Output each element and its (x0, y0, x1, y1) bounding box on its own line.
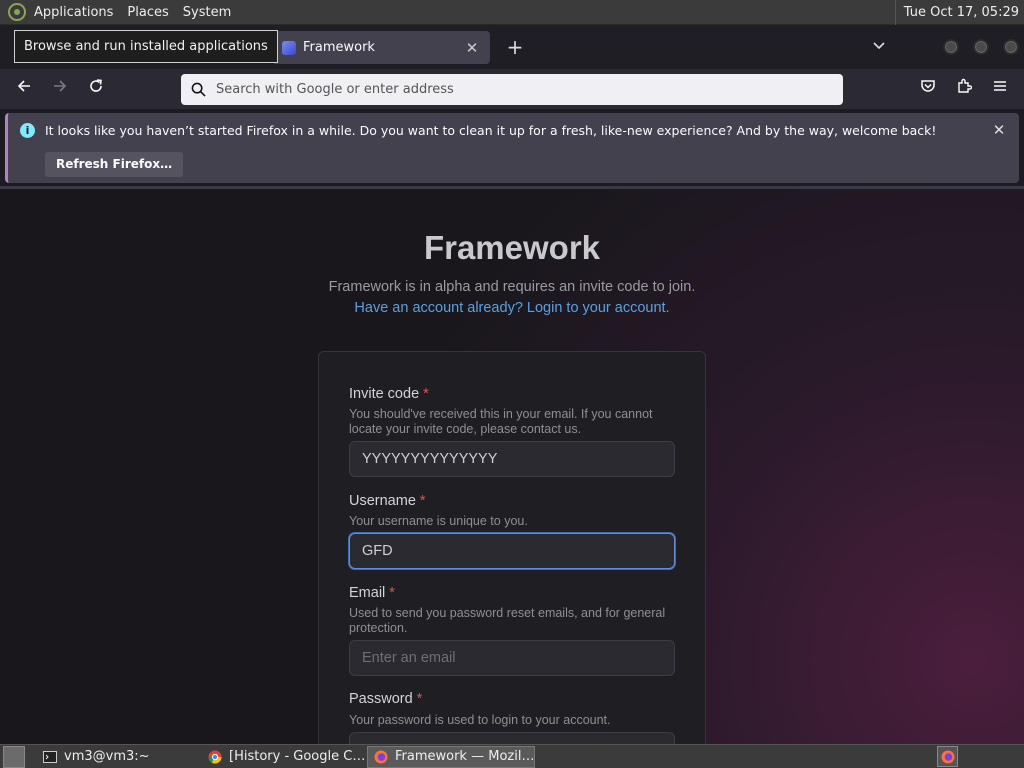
terminal-icon (43, 750, 57, 763)
taskbar-item-firefox[interactable]: Framework — Mozil… (367, 745, 535, 768)
page-content: Framework Framework is in alpha and requ… (0, 189, 1024, 744)
reload-icon[interactable] (85, 78, 107, 100)
taskbar-item-chrome[interactable]: [History - Google C… (202, 746, 367, 768)
forward-arrow-icon[interactable] (49, 78, 71, 100)
applications-menu[interactable]: Applications (27, 0, 120, 25)
invite-code-input[interactable] (349, 441, 675, 477)
top-panel: Applications Places System Tue Oct 17, 0… (0, 0, 1024, 25)
chrome-icon (208, 750, 222, 763)
taskbar-item-label: vm3@vm3:~ (64, 749, 150, 764)
show-desktop-icon[interactable] (3, 745, 25, 768)
password-label: Password * (349, 691, 423, 707)
required-marker: * (389, 585, 395, 601)
info-icon: i (20, 123, 35, 138)
close-tab-icon[interactable]: ✕ (464, 39, 480, 57)
password-help: Your password is used to login to your a… (349, 713, 611, 727)
url-input[interactable] (216, 82, 816, 97)
email-input[interactable] (349, 640, 675, 676)
notification-message: It looks like you haven’t started Firefo… (45, 123, 937, 138)
panel-clock[interactable]: Tue Oct 17, 05:29 (894, 0, 1019, 25)
firefox-icon (374, 750, 388, 763)
refresh-firefox-button[interactable]: Refresh Firefox… (45, 152, 184, 177)
back-arrow-icon[interactable] (13, 78, 35, 100)
username-help: Your username is unique to you. (349, 514, 528, 528)
address-bar[interactable] (181, 74, 843, 105)
required-marker: * (423, 386, 429, 402)
username-input[interactable] (349, 533, 675, 569)
places-menu[interactable]: Places (120, 0, 175, 25)
tab-title: Framework (303, 40, 375, 55)
page-title: Framework (423, 229, 601, 266)
search-icon (191, 82, 206, 97)
system-menu[interactable]: System (176, 0, 238, 25)
distro-logo-icon[interactable] (8, 3, 26, 21)
required-marker: * (419, 493, 426, 509)
applications-tooltip: Browse and run installed applications (14, 30, 278, 63)
invite-code-label: Invite code * (349, 386, 429, 402)
minimize-window-button[interactable] (943, 39, 959, 55)
email-help: Used to send you password reset emails, … (349, 606, 666, 635)
taskbar-item-label: Framework — Mozil… (395, 749, 535, 764)
taskbar-item-label: [History - Google C… (229, 749, 366, 764)
taskbar-item-terminal[interactable]: vm3@vm3:~ (37, 746, 202, 768)
page-subtitle: Framework is in alpha and requires an in… (328, 279, 696, 295)
invite-code-help: You should've received this in your emai… (349, 407, 653, 436)
pocket-icon[interactable] (917, 78, 939, 100)
tab-framework[interactable]: Framework ✕ (272, 31, 490, 64)
email-label: Email * (349, 585, 395, 601)
taskbar: vm3@vm3:~ [History - Google C… Framework… (0, 744, 1024, 768)
extensions-icon[interactable] (953, 78, 975, 100)
chevron-down-icon[interactable] (870, 38, 888, 56)
hamburger-menu-icon[interactable] (989, 78, 1011, 100)
username-label: Username * (349, 493, 426, 509)
required-marker: * (416, 691, 423, 707)
maximize-window-button[interactable] (973, 39, 989, 55)
firefox-tray-icon[interactable] (937, 746, 958, 767)
login-link[interactable]: Have an account already? Login to your a… (0, 300, 1024, 316)
framework-favicon-icon (282, 40, 296, 55)
close-notification-icon[interactable]: ✕ (990, 121, 1008, 139)
signup-card: Invite code * You should've received this… (318, 351, 706, 744)
password-input[interactable] (349, 732, 675, 744)
new-tab-icon[interactable]: + (505, 36, 525, 58)
close-window-button[interactable] (1003, 39, 1019, 55)
